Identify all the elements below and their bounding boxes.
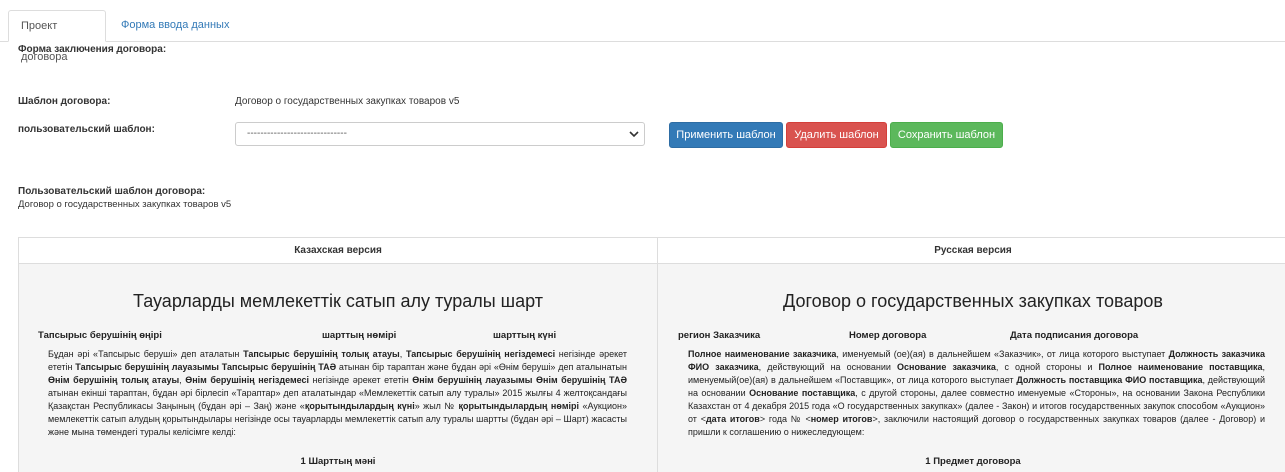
chevron-down-icon [629, 131, 639, 138]
template-label: Шаблон договора: [18, 96, 111, 107]
tab-contract-draft[interactable]: Проект договора [8, 10, 106, 63]
user-template-label: пользовательский шаблон: [18, 124, 155, 135]
russian-version-header: Русская версия [658, 238, 1285, 264]
kazakh-preamble: Бұдан әрі «Тапсырыс беруші» деп аталатын… [48, 349, 628, 437]
user-template-selected-value: ------------------------------ [247, 128, 347, 139]
apply-template-button[interactable]: Применить шаблон [669, 122, 783, 148]
kazakh-contract-title: Тауарларды мемлекеттік сатып алу туралы … [133, 291, 543, 311]
kazakh-meta-region: Тапсырыс берушінің өңірі [38, 330, 162, 341]
contract-page: Проект договора Форма ввода данных Форма… [0, 0, 1285, 472]
kazakh-version-panel: Тауарларды мемлекеттік сатып алу туралы … [19, 264, 658, 472]
kazakh-version-header: Казахская версия [19, 238, 658, 264]
russian-section-1-title: 1 Предмет договора [925, 456, 1021, 467]
conclusion-form-label: Форма заключения договора: [18, 44, 167, 55]
russian-meta-region: регион Заказчика [678, 330, 761, 341]
kazakh-section-1-title: 1 Шарттың мәні [300, 456, 376, 467]
kazakh-meta-date: шарттың күні [493, 330, 557, 341]
russian-meta-date: Дата подписания договора [1010, 330, 1139, 341]
tab-bar: Проект договора Форма ввода данных [0, 0, 1285, 63]
save-template-button[interactable]: Сохранить шаблон [890, 122, 1003, 148]
kazakh-meta-number: шарттың нөмірі [322, 330, 397, 341]
tab-data-entry-form[interactable]: Форма ввода данных [109, 10, 241, 41]
template-value: Договор о государственных закупках товар… [235, 96, 460, 107]
russian-meta-number: Номер договора [849, 330, 927, 341]
user-template-name: Договор о государственных закупках товар… [18, 199, 232, 210]
russian-contract-title: Договор о государственных закупках товар… [783, 291, 1163, 311]
user-template-select[interactable]: ------------------------------ [235, 122, 645, 146]
russian-preamble: Полное наименование заказчика, именуемый… [688, 349, 1265, 437]
user-template-caption: Пользовательский шаблон договора: [18, 186, 206, 197]
contract-versions-table: Казахская версия Русская версия Тауарлар… [18, 237, 1285, 472]
delete-template-button[interactable]: Удалить шаблон [786, 122, 887, 148]
russian-version-panel: Договор о государственных закупках товар… [658, 264, 1285, 472]
